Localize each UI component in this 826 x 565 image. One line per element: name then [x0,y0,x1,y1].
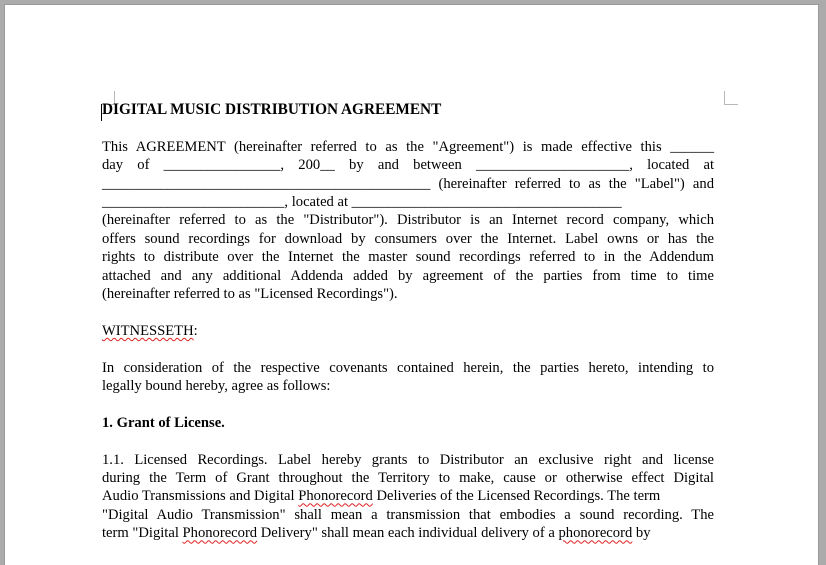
witnesseth-colon: : [193,322,198,339]
document-page: DIGITAL MUSIC DISTRIBUTION AGREEMENT Thi… [5,5,818,565]
section-1-1-line-5: term "Digital Phonorecord Delivery" shal… [102,524,714,542]
intro-line-9: (hereinafter referred to as "Licensed Re… [102,286,398,303]
intro-line-5: (hereinafter referred to as the "Distrib… [102,212,714,229]
section-1-1-line-1: 1.1. Licensed Recordings. Label hereby g… [102,451,714,468]
misspelled-phonorecord-1: Phonorecord [298,488,373,505]
section-1-1-line-4: "Digital Audio Transmission" shall mean … [102,506,714,523]
misspelled-phonorecord-2: Phonorecord [182,525,258,542]
intro-line-3: ________________________________________… [102,175,714,192]
margin-corner-top-right [724,91,738,105]
consideration-line-2: legally bound hereby, agree as follows: [102,378,331,395]
line-3-part-c: Deliveries of the Licensed Recordings. T… [372,488,661,505]
line-5-part-e: by [632,525,651,542]
section-1-1-paragraph: 1.1. Licensed Recordings. Label hereby g… [102,451,714,543]
witnesseth-heading: WITNESSETH: [102,322,714,340]
document-title: DIGITAL MUSIC DISTRIBUTION AGREEMENT [102,101,442,118]
section-1-1-line-3: Audio Transmissions and Digital Phonorec… [102,487,714,505]
section-1-heading: 1. Grant of License. [102,414,225,431]
consideration-paragraph: In consideration of the respective coven… [102,359,714,396]
misspelled-phonorecord-3: phonorecord [558,525,633,542]
intro-line-1: This AGREEMENT (hereinafter referred to … [102,138,714,155]
intro-paragraph: This AGREEMENT (hereinafter referred to … [102,138,714,304]
intro-line-8: attached and any additional Addenda adde… [102,267,714,284]
intro-line-6: offers sound recordings for download by … [102,230,714,247]
intro-line-7: rights to distribute over the Internet t… [102,249,714,266]
intro-line-2: day of ________________, 200__ by and be… [102,157,714,174]
witnesseth-word: WITNESSETH [102,322,194,339]
document-body[interactable]: DIGITAL MUSIC DISTRIBUTION AGREEMENT Thi… [102,101,714,561]
line-5-part-c: Delivery" shall mean each individual del… [257,525,559,542]
intro-line-4: _________________________, located at __… [102,194,622,211]
section-1-1-line-2: during the Term of Grant throughout the … [102,470,714,487]
line-5-part-a: term "Digital [102,525,183,542]
line-3-part-a: Audio Transmissions and Digital [102,488,299,505]
consideration-line-1: In consideration of the respective coven… [102,359,714,376]
